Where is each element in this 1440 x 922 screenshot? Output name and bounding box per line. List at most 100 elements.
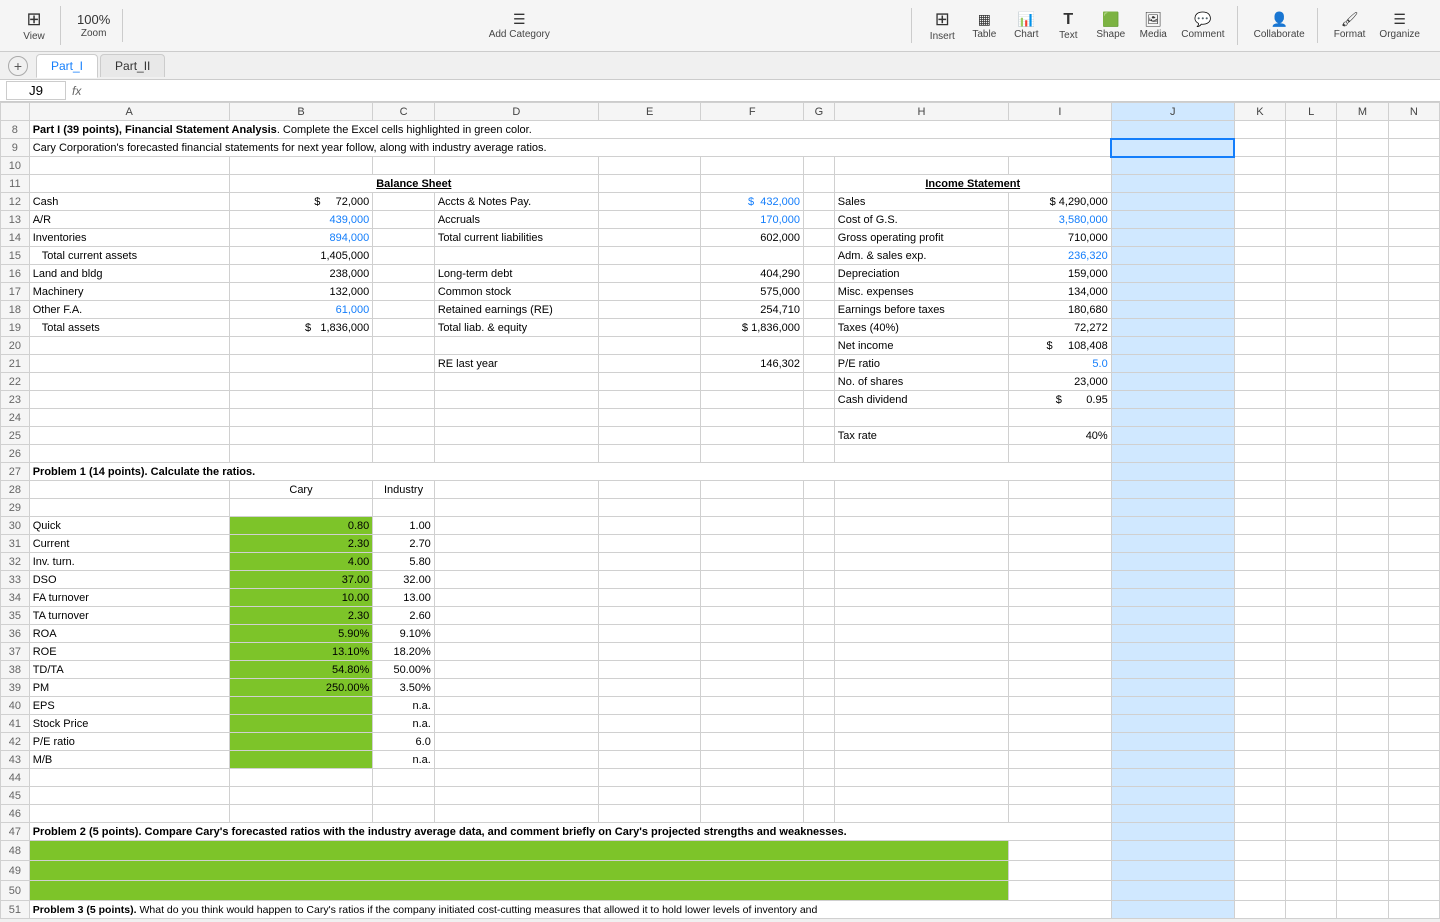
cell-8l[interactable]	[1286, 121, 1337, 139]
cell-12b[interactable]: $ 72,000	[229, 193, 373, 211]
cell-17n[interactable]	[1388, 283, 1439, 301]
cell-10c[interactable]	[373, 157, 435, 175]
cell-14h[interactable]: Gross operating profit	[834, 229, 1008, 247]
cell-13f[interactable]: 170,000	[701, 211, 804, 229]
cell-38c[interactable]: 50.00%	[373, 661, 435, 679]
cell-20b[interactable]	[229, 337, 373, 355]
cell-18e[interactable]	[598, 301, 701, 319]
cell-40c[interactable]: n.a.	[373, 697, 435, 715]
cell-40b[interactable]	[229, 697, 373, 715]
col-header-f[interactable]: F	[701, 103, 804, 121]
chart-button[interactable]: 📊 Chart	[1006, 8, 1046, 43]
cell-12g[interactable]	[804, 193, 835, 211]
cell-15i[interactable]: 236,320	[1009, 247, 1112, 265]
cell-19h[interactable]: Taxes (40%)	[834, 319, 1008, 337]
cell-17i[interactable]: 134,000	[1009, 283, 1112, 301]
cell-12a[interactable]: Cash	[29, 193, 229, 211]
cell-8a[interactable]: Part I (39 points), Financial Statement …	[29, 121, 1111, 139]
cell-16a[interactable]: Land and bldg	[29, 265, 229, 283]
cell-11j[interactable]	[1111, 175, 1234, 193]
cell-19b[interactable]: $ 1,836,000	[229, 319, 373, 337]
col-header-k[interactable]: K	[1234, 103, 1285, 121]
text-button[interactable]: T Text	[1048, 8, 1088, 44]
col-header-c[interactable]: C	[373, 103, 435, 121]
cell-19n[interactable]	[1388, 319, 1439, 337]
cell-39c[interactable]: 3.50%	[373, 679, 435, 697]
formula-input[interactable]	[87, 85, 1434, 97]
cell-18f[interactable]: 254,710	[701, 301, 804, 319]
cell-21j[interactable]	[1111, 355, 1234, 373]
cell-42b[interactable]	[229, 733, 373, 751]
cell-14m[interactable]	[1337, 229, 1388, 247]
cell-19l[interactable]	[1286, 319, 1337, 337]
col-header-d[interactable]: D	[434, 103, 598, 121]
cell-18m[interactable]	[1337, 301, 1388, 319]
cell-14i[interactable]: 710,000	[1009, 229, 1112, 247]
cell-8k[interactable]	[1234, 121, 1285, 139]
cell-13a[interactable]: A/R	[29, 211, 229, 229]
cell-10k[interactable]	[1234, 157, 1285, 175]
col-header-g[interactable]: G	[804, 103, 835, 121]
cell-13e[interactable]	[598, 211, 701, 229]
cell-15g[interactable]	[804, 247, 835, 265]
cell-18i[interactable]: 180,680	[1009, 301, 1112, 319]
cell-14j[interactable]	[1111, 229, 1234, 247]
cell-14e[interactable]	[598, 229, 701, 247]
cell-42a[interactable]: P/E ratio	[29, 733, 229, 751]
cell-12m[interactable]	[1337, 193, 1388, 211]
cell-20l[interactable]	[1286, 337, 1337, 355]
cell-16h[interactable]: Depreciation	[834, 265, 1008, 283]
cell-41b[interactable]	[229, 715, 373, 733]
cell-12n[interactable]	[1388, 193, 1439, 211]
cell-12d[interactable]: Accts & Notes Pay.	[434, 193, 598, 211]
table-button[interactable]: ▦ Table	[964, 8, 1004, 43]
cell-12k[interactable]	[1234, 193, 1285, 211]
cell-27a[interactable]: Problem 1 (14 points). Calculate the rat…	[29, 463, 1111, 481]
cell-18a[interactable]: Other F.A.	[29, 301, 229, 319]
cell-17d[interactable]: Common stock	[434, 283, 598, 301]
cell-21c[interactable]	[373, 355, 435, 373]
cell-17m[interactable]	[1337, 283, 1388, 301]
cell-21g[interactable]	[804, 355, 835, 373]
cell-18b[interactable]: 61,000	[229, 301, 373, 319]
cell-14c[interactable]	[373, 229, 435, 247]
add-category-button[interactable]: ☰ Add Category	[479, 8, 559, 43]
cell-10h[interactable]	[834, 157, 1008, 175]
cell-20m[interactable]	[1337, 337, 1388, 355]
cell-10f[interactable]	[701, 157, 804, 175]
view-button[interactable]: ⊞ View	[14, 6, 54, 45]
cell-17k[interactable]	[1234, 283, 1285, 301]
shape-button[interactable]: 🟩 Shape	[1090, 8, 1131, 43]
cell-19g[interactable]	[804, 319, 835, 337]
cell-15a[interactable]: Total current assets	[29, 247, 229, 265]
cell-11f[interactable]	[701, 175, 804, 193]
cell-16b[interactable]: 238,000	[229, 265, 373, 283]
cell-40a[interactable]: EPS	[29, 697, 229, 715]
tab-part2[interactable]: Part_II	[100, 54, 165, 77]
cell-36c[interactable]: 9.10%	[373, 625, 435, 643]
cell-50a[interactable]	[29, 881, 1008, 901]
cell-15c[interactable]	[373, 247, 435, 265]
cell-11m[interactable]	[1337, 175, 1388, 193]
cell-41c[interactable]: n.a.	[373, 715, 435, 733]
cell-10l[interactable]	[1286, 157, 1337, 175]
cell-42c[interactable]: 6.0	[373, 733, 435, 751]
cell-20i[interactable]: $ 108,408	[1009, 337, 1112, 355]
comment-button[interactable]: 💬 Comment	[1175, 8, 1230, 43]
cell-41a[interactable]: Stock Price	[29, 715, 229, 733]
cell-12c[interactable]	[373, 193, 435, 211]
cell-14l[interactable]	[1286, 229, 1337, 247]
cell-13l[interactable]	[1286, 211, 1337, 229]
cell-17g[interactable]	[804, 283, 835, 301]
cell-12f[interactable]: $ 432,000	[701, 193, 804, 211]
cell-21b[interactable]	[229, 355, 373, 373]
cell-36b[interactable]: 5.90%	[229, 625, 373, 643]
cell-18g[interactable]	[804, 301, 835, 319]
cell-21l[interactable]	[1286, 355, 1337, 373]
cell-18j[interactable]	[1111, 301, 1234, 319]
cell-22h[interactable]: No. of shares	[834, 373, 1008, 391]
cell-34c[interactable]: 13.00	[373, 589, 435, 607]
cell-21d[interactable]: RE last year	[434, 355, 598, 373]
cell-19f[interactable]: $ 1,836,000	[701, 319, 804, 337]
cell-20a[interactable]	[29, 337, 229, 355]
